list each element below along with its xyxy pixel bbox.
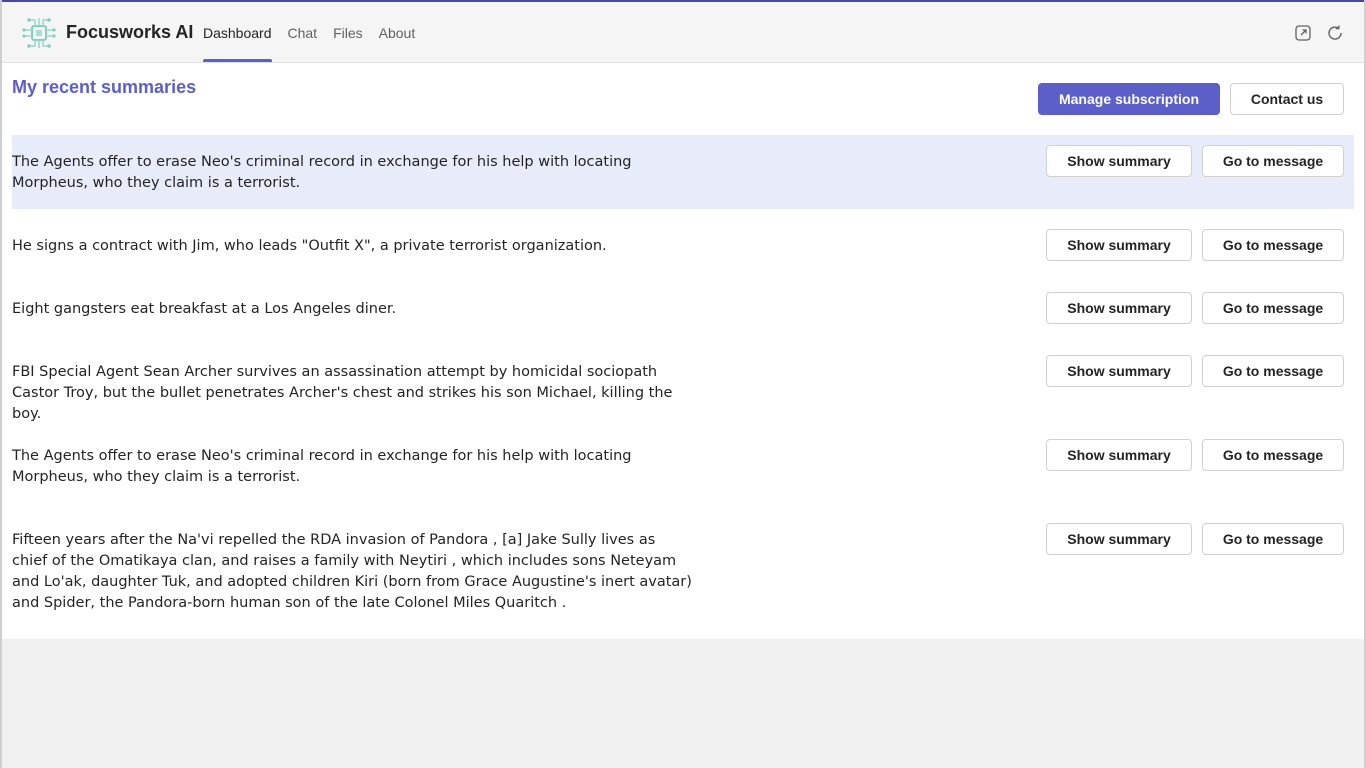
tab-chat[interactable]: Chat <box>288 2 318 62</box>
dashboard-content: My recent summaries Manage subscription … <box>2 63 1364 639</box>
window-left-border <box>0 0 2 768</box>
circuit-chip-logo-icon <box>22 18 56 48</box>
show-summary-button[interactable]: Show summary <box>1046 292 1192 324</box>
summary-text: He signs a contract with Jim, who leads … <box>12 238 607 254</box>
summary-text: The Agents offer to erase Neo's criminal… <box>12 448 632 485</box>
tab-about[interactable]: About <box>379 2 416 62</box>
open-in-new-window-icon[interactable] <box>1294 24 1312 42</box>
manage-subscription-button[interactable]: Manage subscription <box>1038 83 1220 115</box>
go-to-message-button[interactable]: Go to message <box>1202 439 1344 471</box>
show-summary-button[interactable]: Show summary <box>1046 523 1192 555</box>
show-summary-button[interactable]: Show summary <box>1046 355 1192 387</box>
show-summary-button[interactable]: Show summary <box>1046 439 1192 471</box>
summary-row: He signs a contract with Jim, who leads … <box>12 229 1354 281</box>
summary-row: The Agents offer to erase Neo's criminal… <box>12 439 1354 513</box>
app-name: Focusworks AI <box>66 22 194 42</box>
go-to-message-button[interactable]: Go to message <box>1202 145 1344 177</box>
go-to-message-button[interactable]: Go to message <box>1202 355 1344 387</box>
refresh-icon[interactable] <box>1326 24 1344 42</box>
summary-text: FBI Special Agent Sean Archer survives a… <box>12 364 673 422</box>
summary-row: Eight gangsters eat breakfast at a Los A… <box>12 292 1354 344</box>
go-to-message-button[interactable]: Go to message <box>1202 523 1344 555</box>
show-summary-button[interactable]: Show summary <box>1046 229 1192 261</box>
go-to-message-button[interactable]: Go to message <box>1202 229 1344 261</box>
app-header: Focusworks AI Dashboard Chat Files About <box>2 2 1364 63</box>
show-summary-button[interactable]: Show summary <box>1046 145 1192 177</box>
summary-row: FBI Special Agent Sean Archer survives a… <box>12 355 1354 429</box>
summary-text: The Agents offer to erase Neo's criminal… <box>12 154 632 191</box>
tab-dashboard[interactable]: Dashboard <box>203 2 272 62</box>
summary-row: The Agents offer to erase Neo's criminal… <box>12 135 1354 209</box>
tab-bar: Dashboard Chat Files About <box>203 2 431 62</box>
go-to-message-button[interactable]: Go to message <box>1202 292 1344 324</box>
summary-text: Fifteen years after the Na'vi repelled t… <box>12 532 692 611</box>
page-title: My recent summaries <box>12 77 197 97</box>
contact-us-button[interactable]: Contact us <box>1230 83 1344 115</box>
summary-row: Fifteen years after the Na'vi repelled t… <box>12 523 1354 623</box>
tab-files[interactable]: Files <box>333 2 363 62</box>
summary-text: Eight gangsters eat breakfast at a Los A… <box>12 301 397 317</box>
